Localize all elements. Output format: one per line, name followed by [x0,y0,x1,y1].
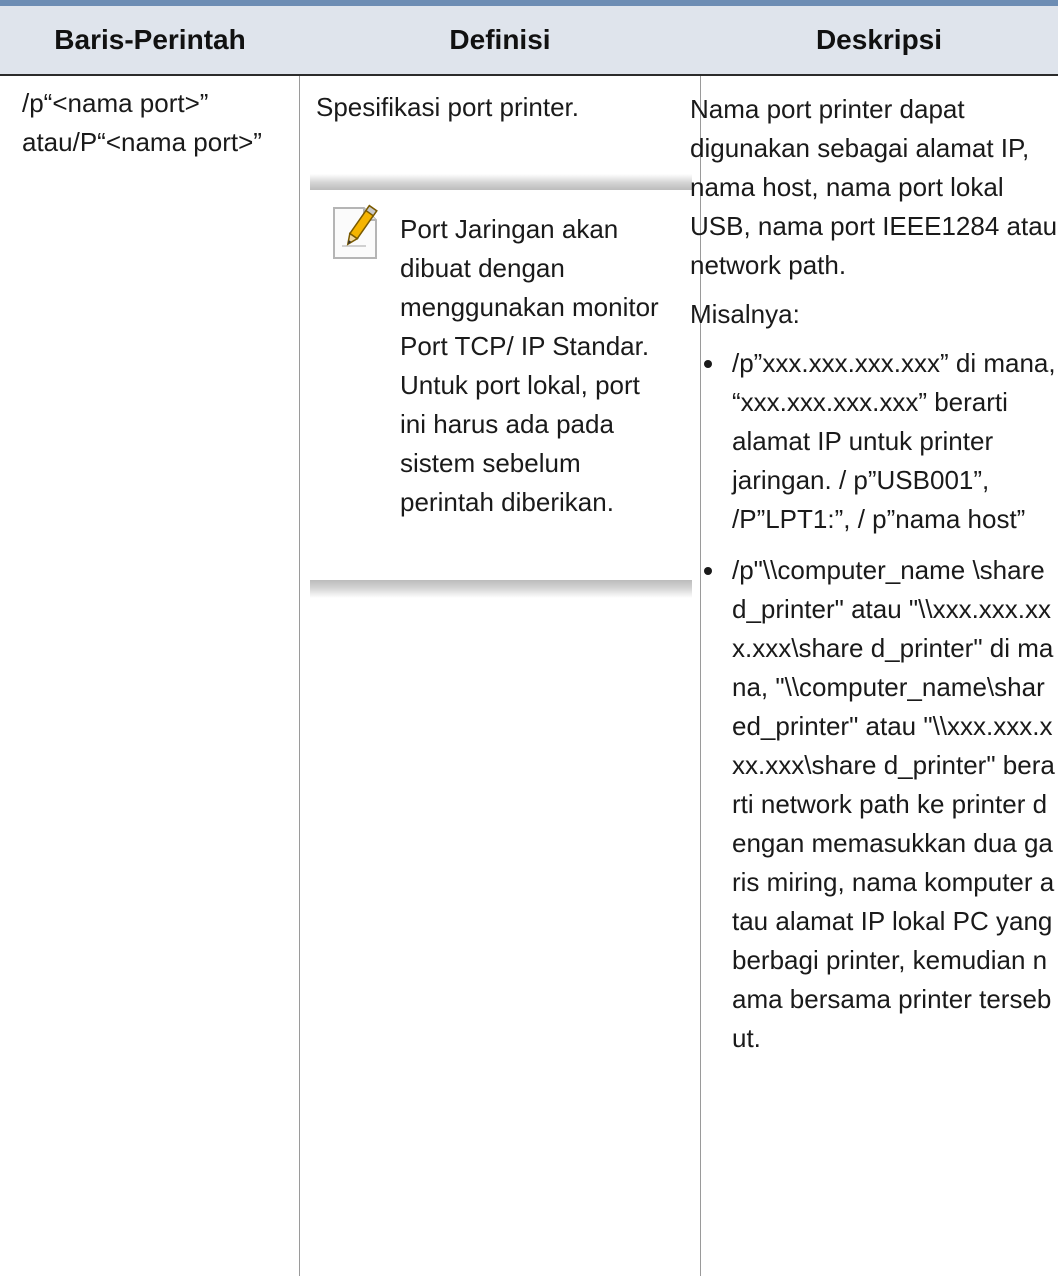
header-description: Deskripsi [815,24,943,55]
header-definition: Definisi [449,24,551,55]
example-text: /p"\\computer_name \shared_printer" atau… [732,555,1055,1053]
example-text: /p”xxx.xxx.xxx.xxx” di mana, “xxx.xxx.xx… [732,348,1056,534]
list-item: /p”xxx.xxx.xxx.xxx” di mana, “xxx.xxx.xx… [690,344,1058,539]
bullet-icon [704,567,712,575]
note-text: Port Jaringan akan dibuat dengan menggun… [400,214,659,517]
definition-cell: Spesifikasi port printer. [316,92,580,122]
example-list: /p”xxx.xxx.xxx.xxx” di mana, “xxx.xxx.xx… [690,344,1058,1058]
header-command: Baris-Perintah [54,24,246,55]
example-label: Misalnya: [690,299,800,329]
list-item: /p"\\computer_name \shared_printer" atau… [690,551,1058,1058]
note-top-bar [310,174,692,190]
note-bottom-bar [310,580,692,598]
bullet-icon [704,360,712,368]
column-divider [299,76,300,1276]
command-cell: /p“<nama port>” atau/P“<nama port>” [22,88,262,157]
note-pencil-icon [330,202,382,262]
description-cell: Nama port printer dapat digunakan sebaga… [690,90,1058,1070]
header-separator [0,74,1058,76]
description-intro: Nama port printer dapat digunakan sebaga… [690,94,1058,280]
